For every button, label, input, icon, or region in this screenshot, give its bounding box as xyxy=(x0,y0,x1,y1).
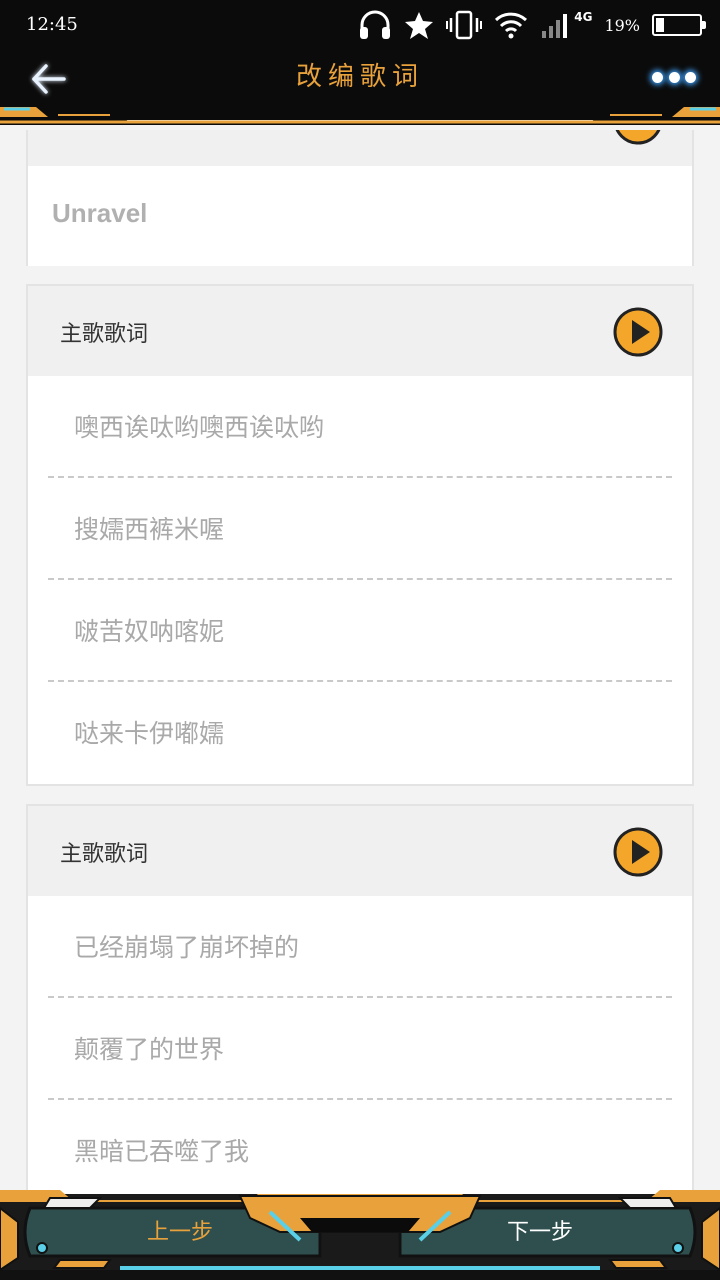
battery-icon xyxy=(652,14,706,36)
network-type: 4G xyxy=(574,10,593,24)
previous-step-button[interactable]: 上一步 xyxy=(90,1208,270,1258)
lyric-text: 黑暗已吞噬了我 xyxy=(74,1137,250,1166)
song-card-header xyxy=(28,130,692,166)
section-header: 主歌歌词 xyxy=(28,286,692,376)
lyric-text: 噢西诶呔哟噢西诶呔哟 xyxy=(74,413,325,442)
battery-fill xyxy=(656,18,664,32)
headphones-icon xyxy=(360,10,391,39)
lyric-line[interactable]: 哒来卡伊嘟嬬 xyxy=(48,682,672,784)
play-icon xyxy=(613,307,663,357)
play-button[interactable] xyxy=(612,826,664,878)
status-bar: 12:45 4G 19% xyxy=(0,0,720,50)
lyric-line[interactable]: 颠覆了的世界 xyxy=(48,998,672,1100)
section-header: 主歌歌词 xyxy=(28,806,692,896)
more-dot xyxy=(652,71,663,83)
footer-bar: 上一步 下一步 xyxy=(0,1188,720,1280)
wifi-icon xyxy=(495,12,528,39)
play-icon xyxy=(613,827,663,877)
battery-percent: 19% xyxy=(604,15,640,35)
lyric-line[interactable]: 已经崩塌了崩坏掉的 xyxy=(48,896,672,998)
status-time: 12:45 xyxy=(26,14,78,35)
signal-icon xyxy=(542,14,568,38)
lyric-line[interactable]: 黑暗已吞噬了我 xyxy=(48,1100,672,1200)
lyric-line[interactable]: 啵苦奴呐喀妮 xyxy=(48,580,672,682)
content-area[interactable]: Unravel 主歌歌词 噢西诶呔哟噢西诶呔哟 搜嬬西裤米喔 啵苦奴呐喀妮 哒来… xyxy=(0,130,720,1200)
next-step-button[interactable]: 下一步 xyxy=(450,1208,630,1258)
section-title: 主歌歌词 xyxy=(60,842,149,867)
page-title: 改编歌词 xyxy=(295,62,424,92)
more-button[interactable] xyxy=(652,66,696,88)
lyric-text: 啵苦奴呐喀妮 xyxy=(74,617,225,646)
song-name-card: Unravel xyxy=(26,130,694,266)
status-icons: 4G 19% xyxy=(358,8,706,42)
lyrics-section: 主歌歌词 已经崩塌了崩坏掉的 颠覆了的世界 黑暗已吞噬了我 xyxy=(26,804,694,1200)
section-title: 主歌歌词 xyxy=(60,322,149,347)
lyric-text: 颠覆了的世界 xyxy=(74,1035,225,1064)
lyric-line[interactable]: 搜嬬西裤米喔 xyxy=(48,478,672,580)
lyric-line[interactable]: 噢西诶呔哟噢西诶呔哟 xyxy=(48,376,672,478)
song-name: Unravel xyxy=(52,198,148,228)
lyric-text: 已经崩塌了崩坏掉的 xyxy=(74,933,300,962)
more-dot xyxy=(668,71,680,83)
play-button[interactable] xyxy=(612,306,664,358)
lyrics-section: 主歌歌词 噢西诶呔哟噢西诶呔哟 搜嬬西裤米喔 啵苦奴呐喀妮 哒来卡伊嘟嬬 xyxy=(26,284,694,786)
more-dot xyxy=(685,71,696,83)
vibrate-icon xyxy=(446,10,483,40)
lyric-text: 搜嬬西裤米喔 xyxy=(74,515,225,544)
lyric-text: 哒来卡伊嘟嬬 xyxy=(74,719,225,748)
star-icon xyxy=(405,12,434,39)
header-decoration xyxy=(0,103,720,125)
